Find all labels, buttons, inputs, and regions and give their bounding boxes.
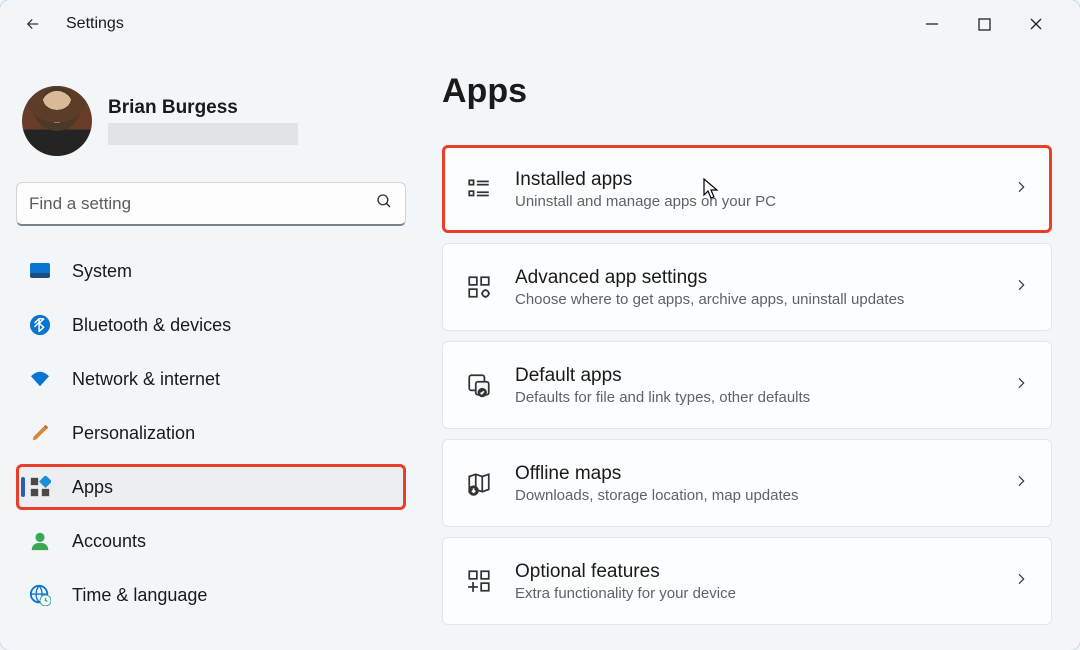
profile-email-redacted	[108, 123, 298, 145]
card-optional-features[interactable]: Optional features Extra functionality fo…	[442, 537, 1052, 625]
app-plus-icon	[465, 567, 493, 595]
sidebar-item-personalization[interactable]: Personalization	[16, 410, 406, 456]
search-box[interactable]	[16, 182, 406, 226]
chevron-right-icon	[1013, 277, 1029, 298]
profile-name: Brian Burgess	[108, 97, 298, 119]
window-controls	[918, 10, 1070, 38]
nav-label: Apps	[72, 477, 113, 498]
person-icon	[28, 529, 52, 553]
close-icon	[1029, 17, 1043, 31]
nav-label: Time & language	[72, 585, 207, 606]
sidebar: Brian Burgess System	[16, 58, 406, 650]
nav-list: System Bluetooth & devices Network & int…	[16, 248, 406, 618]
sidebar-item-time-language[interactable]: Time & language	[16, 572, 406, 618]
search-icon	[375, 192, 393, 215]
page-title: Apps	[442, 72, 1052, 111]
card-title: Optional features	[515, 561, 991, 583]
card-subtitle: Uninstall and manage apps on your PC	[515, 193, 991, 210]
bluetooth-icon	[28, 313, 52, 337]
nav-label: Personalization	[72, 423, 195, 444]
chevron-right-icon	[1013, 571, 1029, 592]
sidebar-item-apps[interactable]: Apps	[16, 464, 406, 510]
card-subtitle: Downloads, storage location, map updates	[515, 487, 991, 504]
minimize-button[interactable]	[918, 10, 946, 38]
profile-block[interactable]: Brian Burgess	[16, 58, 406, 174]
card-title: Default apps	[515, 365, 991, 387]
card-subtitle: Extra functionality for your device	[515, 585, 991, 602]
arrow-left-icon	[24, 15, 42, 33]
close-button[interactable]	[1022, 10, 1050, 38]
globe-clock-icon	[28, 583, 52, 607]
chevron-right-icon	[1013, 473, 1029, 494]
default-apps-icon	[465, 371, 493, 399]
back-button[interactable]	[22, 13, 44, 35]
titlebar: Settings	[0, 0, 1080, 48]
maximize-icon	[978, 18, 991, 31]
card-default-apps[interactable]: Default apps Defaults for file and link …	[442, 341, 1052, 429]
card-title: Offline maps	[515, 463, 991, 485]
settings-window: Settings Brian Burgess	[0, 0, 1080, 650]
window-title: Settings	[66, 15, 124, 33]
paintbrush-icon	[28, 421, 52, 445]
card-offline-maps[interactable]: Offline maps Downloads, storage location…	[442, 439, 1052, 527]
card-title: Installed apps	[515, 169, 991, 191]
avatar	[22, 86, 92, 156]
card-advanced-app-settings[interactable]: Advanced app settings Choose where to ge…	[442, 243, 1052, 331]
minimize-icon	[925, 17, 939, 31]
card-installed-apps[interactable]: Installed apps Uninstall and manage apps…	[442, 145, 1052, 233]
nav-label: System	[72, 261, 132, 282]
main-panel: Apps Installed apps Uninstall and manage…	[420, 58, 1072, 650]
app-gear-icon	[465, 273, 493, 301]
search-input[interactable]	[29, 194, 375, 214]
card-subtitle: Choose where to get apps, archive apps, …	[515, 291, 991, 308]
sidebar-item-system[interactable]: System	[16, 248, 406, 294]
apps-icon	[28, 475, 52, 499]
sidebar-item-accounts[interactable]: Accounts	[16, 518, 406, 564]
system-icon	[28, 259, 52, 283]
wifi-icon	[28, 367, 52, 391]
list-icon	[465, 175, 493, 203]
chevron-right-icon	[1013, 375, 1029, 396]
card-subtitle: Defaults for file and link types, other …	[515, 389, 991, 406]
map-icon	[465, 469, 493, 497]
nav-label: Bluetooth & devices	[72, 315, 231, 336]
chevron-right-icon	[1013, 179, 1029, 200]
sidebar-item-bluetooth[interactable]: Bluetooth & devices	[16, 302, 406, 348]
nav-label: Accounts	[72, 531, 146, 552]
maximize-button[interactable]	[970, 10, 998, 38]
sidebar-item-network[interactable]: Network & internet	[16, 356, 406, 402]
card-title: Advanced app settings	[515, 267, 991, 289]
settings-card-list: Installed apps Uninstall and manage apps…	[442, 145, 1052, 625]
nav-label: Network & internet	[72, 369, 220, 390]
